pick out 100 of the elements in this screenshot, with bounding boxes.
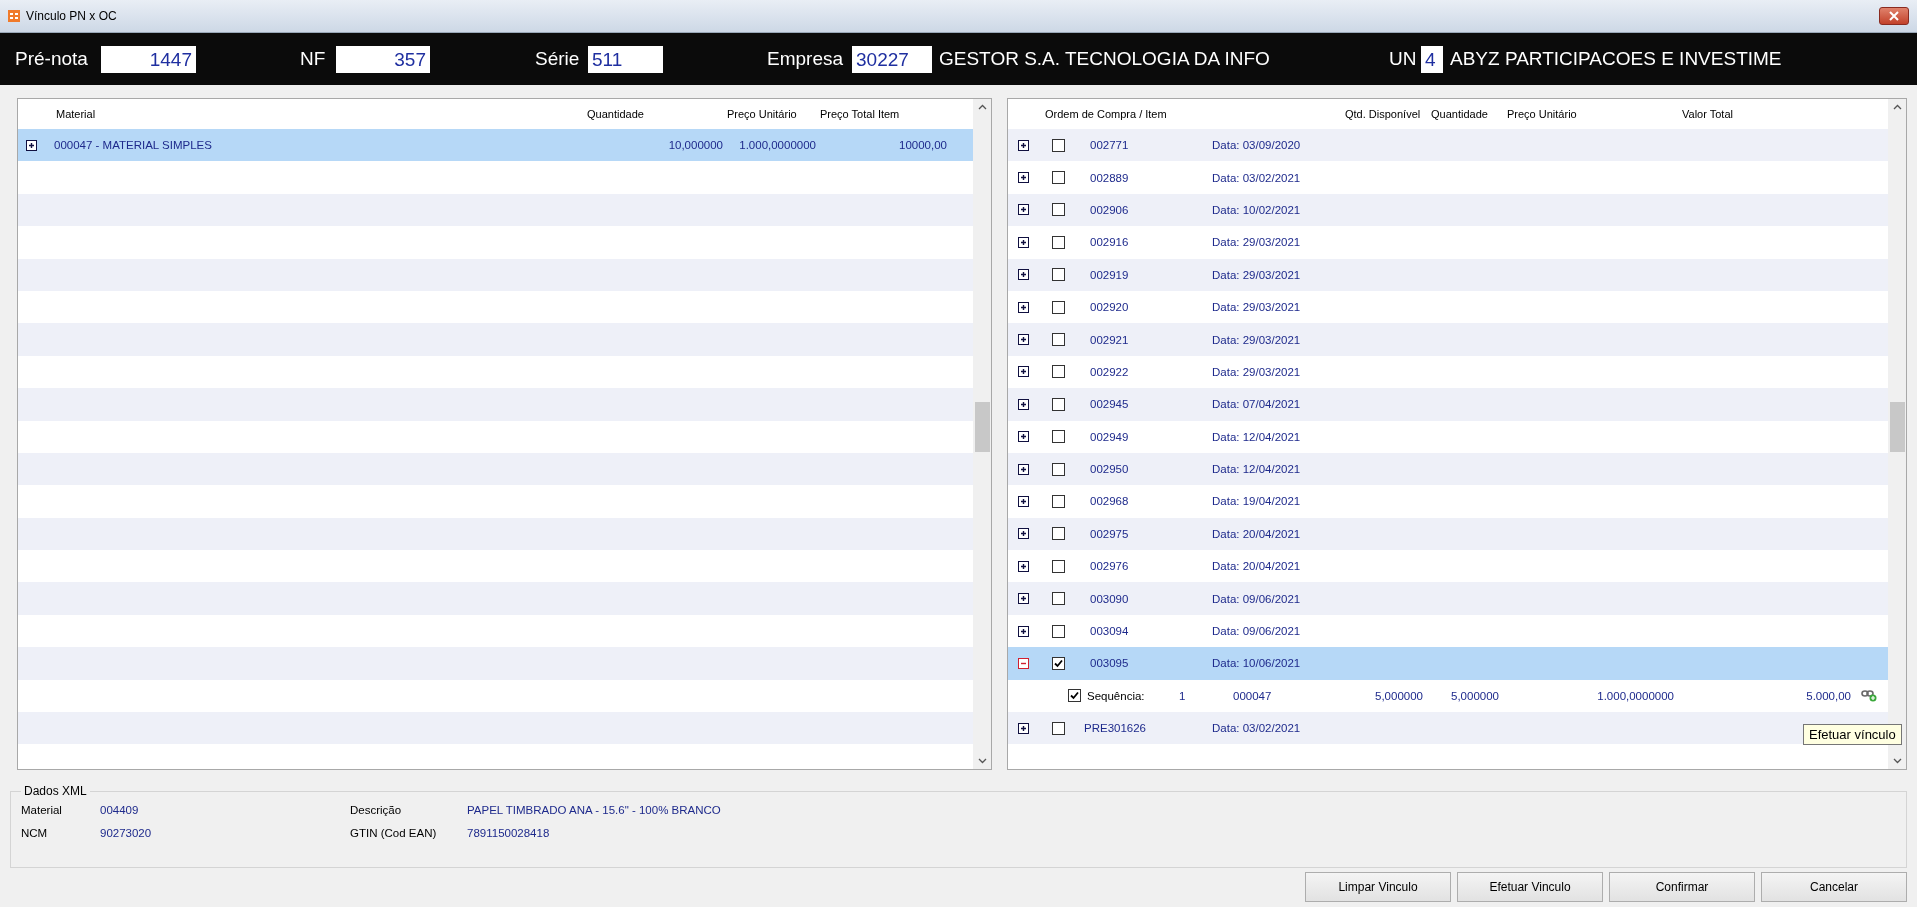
table-row[interactable]: 002919 Data: 29/03/2021 xyxy=(1008,258,1888,291)
scrollbar-thumb[interactable] xyxy=(974,402,990,452)
column-header[interactable]: Valor Total xyxy=(1680,108,1857,120)
checkbox[interactable] xyxy=(1052,171,1065,185)
expand-icon[interactable] xyxy=(1018,593,1029,605)
field-label: Pré-nota xyxy=(15,48,89,70)
order-date: Data: 10/06/2021 xyxy=(1212,657,1301,670)
action-button[interactable]: Cancelar xyxy=(1761,872,1907,902)
order-number: 002771 xyxy=(1090,139,1129,152)
order-date: Data: 09/06/2021 xyxy=(1212,625,1301,638)
input-field[interactable]: 511 xyxy=(588,45,663,73)
expand-icon[interactable] xyxy=(1018,366,1029,378)
table-row[interactable]: 002950 Data: 12/04/2021 xyxy=(1008,452,1888,486)
checkbox[interactable] xyxy=(1052,559,1065,573)
expand-icon[interactable] xyxy=(1018,301,1029,313)
field-description: ABYZ PARTICIPACOES E INVESTIME xyxy=(1450,48,1782,70)
column-header[interactable]: Preço Unitário xyxy=(1505,108,1680,120)
table-row[interactable]: 002916 Data: 29/03/2021 xyxy=(1008,226,1888,259)
column-header[interactable]: Preço Total Item xyxy=(818,108,949,120)
table-row[interactable]: 002922 Data: 29/03/2021 xyxy=(1008,355,1888,389)
checkbox[interactable] xyxy=(1052,365,1065,379)
table-cell-text: 1 xyxy=(1179,689,1187,702)
checkbox[interactable] xyxy=(1052,397,1065,411)
checkbox[interactable] xyxy=(1052,235,1065,249)
link-icon[interactable] xyxy=(1861,689,1877,703)
order-date: Data: 29/03/2021 xyxy=(1212,301,1301,314)
expand-icon[interactable] xyxy=(1018,496,1029,507)
expand-icon[interactable] xyxy=(26,139,37,151)
column-header[interactable]: Quantidade xyxy=(1429,108,1505,120)
input-field[interactable]: 30227 xyxy=(852,45,932,73)
order-date: Data: 03/02/2021 xyxy=(1212,171,1301,184)
checkbox[interactable] xyxy=(1052,721,1065,735)
checkbox[interactable] xyxy=(1052,300,1065,314)
expand-icon[interactable] xyxy=(1018,722,1029,734)
order-date: Data: 09/06/2021 xyxy=(1212,592,1301,605)
checkbox[interactable] xyxy=(1052,592,1065,606)
table-row[interactable]: 002976 Data: 20/04/2021 xyxy=(1008,550,1888,583)
checkbox[interactable] xyxy=(1068,689,1081,703)
order-date: Data: 07/04/2021 xyxy=(1212,398,1301,411)
input-field[interactable]: 4 xyxy=(1421,45,1443,73)
checkbox[interactable] xyxy=(1052,333,1065,347)
order-number: 002976 xyxy=(1090,560,1129,573)
scrollbar[interactable] xyxy=(973,99,991,769)
action-button[interactable]: Confirmar xyxy=(1609,872,1755,902)
expand-icon[interactable] xyxy=(1018,236,1029,248)
table-row[interactable]: 002921 Data: 29/03/2021 xyxy=(1008,323,1888,356)
expand-icon[interactable] xyxy=(1018,269,1029,281)
table-row[interactable]: 002968 Data: 19/04/2021 xyxy=(1008,485,1888,518)
column-header[interactable]: Ordem de Compra / Item xyxy=(1043,108,1343,120)
order-number: 003094 xyxy=(1090,625,1129,638)
table-row[interactable]: 002889 Data: 03/02/2021 xyxy=(1008,161,1888,194)
table-row[interactable]: 003094 Data: 09/06/2021 xyxy=(1008,614,1888,648)
action-button[interactable]: Limpar Vinculo xyxy=(1305,872,1451,902)
expand-icon[interactable] xyxy=(1018,398,1029,410)
table-row[interactable]: 000047 - MATERIAL SIMPLES 10,000000 1.000,0000000 10000,00 xyxy=(18,129,973,162)
input-field[interactable]: 1447 xyxy=(101,45,196,73)
checkbox[interactable] xyxy=(1052,462,1065,476)
expand-icon[interactable] xyxy=(1018,463,1029,475)
table-cell: 5,000000 xyxy=(1451,689,1499,702)
expand-icon[interactable] xyxy=(1018,560,1029,572)
table-row[interactable]: 003095 Data: 10/06/2021 xyxy=(1008,647,1888,680)
checkbox[interactable] xyxy=(1052,624,1065,638)
table-row[interactable]: 002920 Data: 29/03/2021 xyxy=(1008,290,1888,324)
checkbox[interactable] xyxy=(1052,527,1065,541)
field-label: Empresa xyxy=(767,48,845,70)
table-row[interactable]: 002945 Data: 07/04/2021 xyxy=(1008,388,1888,421)
expand-icon[interactable] xyxy=(1018,172,1029,184)
field-label: Material xyxy=(21,804,63,816)
table-row[interactable]: 002906 Data: 10/02/2021 xyxy=(1008,193,1888,227)
input-field[interactable]: 357 xyxy=(336,45,430,73)
table-row[interactable]: 002949 Data: 12/04/2021 xyxy=(1008,420,1888,453)
column-header[interactable]: Qtd. Disponível xyxy=(1343,108,1429,120)
expand-icon[interactable] xyxy=(1018,334,1029,346)
sequence-label: Sequência: xyxy=(1087,689,1146,702)
action-button[interactable]: Efetuar Vinculo xyxy=(1457,872,1603,902)
column-header[interactable]: Material xyxy=(54,108,585,120)
close-button[interactable] xyxy=(1879,7,1909,25)
checkbox[interactable] xyxy=(1052,138,1065,152)
table-row[interactable]: 002771 Data: 03/09/2020 xyxy=(1008,129,1888,162)
checkbox[interactable] xyxy=(1052,430,1065,444)
checkbox[interactable] xyxy=(1052,656,1065,670)
column-header[interactable]: Preço Unitário xyxy=(725,108,818,120)
expand-icon[interactable] xyxy=(1018,204,1029,216)
expand-icon[interactable] xyxy=(1018,431,1029,443)
field-label: NF xyxy=(300,48,327,70)
expand-icon[interactable] xyxy=(1018,625,1029,637)
expand-icon[interactable] xyxy=(1018,139,1029,151)
expand-icon[interactable] xyxy=(1018,528,1029,540)
scrollbar-thumb[interactable] xyxy=(1889,402,1905,452)
order-number: 002968 xyxy=(1090,495,1129,508)
table-cell: 5.000,00 xyxy=(1806,689,1851,702)
order-date: Data: 10/02/2021 xyxy=(1212,203,1301,216)
checkbox[interactable] xyxy=(1052,495,1065,508)
table-row[interactable]: 003090 Data: 09/06/2021 xyxy=(1008,582,1888,615)
column-header[interactable]: Quantidade xyxy=(585,108,725,120)
table-row[interactable]: 002975 Data: 20/04/2021 xyxy=(1008,517,1888,551)
checkbox[interactable] xyxy=(1052,268,1065,282)
order-number: 002889 xyxy=(1090,171,1129,184)
checkbox[interactable] xyxy=(1052,203,1065,217)
close-icon xyxy=(1889,11,1899,21)
